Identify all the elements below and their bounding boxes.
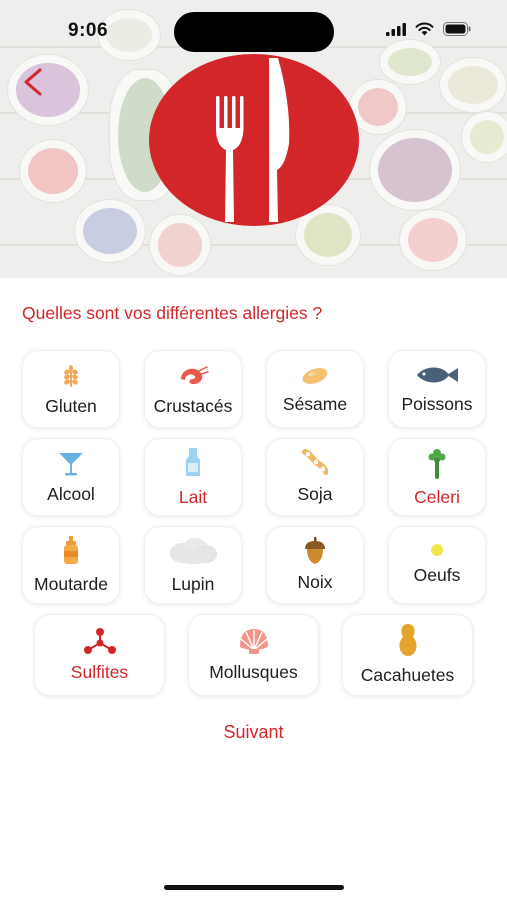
allergen-noix[interactable]: Noix [266, 526, 364, 604]
peanut-icon [398, 624, 417, 656]
allergen-moutarde[interactable]: Moutarde [22, 526, 120, 604]
allergen-mollusques[interactable]: Mollusques [188, 614, 319, 696]
allergen-sulfites[interactable]: Sulfites [34, 614, 165, 696]
allergen-sesame[interactable]: Sésame [266, 350, 364, 428]
allergen-cacahuetes[interactable]: Cacahuetes [342, 614, 473, 696]
allergen-label: Moutarde [34, 574, 108, 594]
allergen-gluten[interactable]: Gluten [22, 350, 120, 428]
allergen-label: Celeri [414, 487, 460, 507]
wheat-icon [64, 365, 78, 387]
allergen-label: Lait [178, 487, 208, 507]
allergen-oeufs[interactable]: Oeufs [388, 526, 486, 604]
battery-icon [443, 22, 471, 36]
allergen-label: Cacahuetes [360, 665, 455, 685]
allergen-label: Alcool [47, 484, 95, 504]
allergen-lait[interactable]: Lait [144, 438, 242, 516]
shell-icon [239, 629, 268, 654]
allergen-label: Oeufs [413, 565, 461, 585]
allergen-label: Sésame [282, 394, 348, 414]
mustard-bottle-icon [64, 536, 78, 564]
allergen-alcool[interactable]: Alcool [22, 438, 120, 516]
allergen-label: Poissons [401, 394, 473, 414]
allergen-label: Noix [297, 572, 333, 592]
allergen-label: Crustacés [153, 396, 233, 416]
chevron-left-icon [24, 68, 42, 96]
allergen-celeri[interactable]: Celeri [388, 438, 486, 516]
cocktail-glass-icon [59, 453, 83, 476]
status-icons [386, 22, 471, 36]
lupin-icon [170, 538, 217, 564]
allergen-label: Sulfites [70, 662, 129, 682]
allergen-crustaces[interactable]: Crustacés [144, 350, 242, 428]
allergen-label: Soja [297, 484, 333, 504]
sesame-icon [302, 368, 328, 384]
home-indicator[interactable] [164, 885, 344, 890]
fish-icon [417, 367, 458, 383]
allergen-label: Mollusques [209, 662, 298, 682]
acorn-icon [305, 537, 325, 564]
allergen-lupin[interactable]: Lupin [144, 526, 242, 604]
milk-bottle-icon [186, 448, 200, 476]
celery-icon [428, 449, 446, 479]
wifi-icon [415, 22, 434, 36]
fork-knife-logo-icon [149, 54, 359, 226]
back-button[interactable] [16, 64, 50, 100]
status-time: 9:06 [68, 20, 109, 41]
egg-icon [431, 544, 443, 556]
allergen-label: Gluten [45, 396, 97, 416]
allergen-poissons[interactable]: Poissons [388, 350, 486, 428]
shrimp-icon [181, 366, 209, 385]
molecule-icon [83, 628, 116, 654]
next-button[interactable]: Suivant [0, 722, 507, 743]
allergen-soja[interactable]: Soja [266, 438, 364, 516]
allergen-label: Lupin [171, 574, 215, 594]
camera-notch [174, 12, 334, 52]
allergies-question: Quelles sont vos différentes allergies ? [22, 303, 323, 323]
soy-icon [302, 449, 328, 475]
signal-icon [386, 22, 406, 36]
